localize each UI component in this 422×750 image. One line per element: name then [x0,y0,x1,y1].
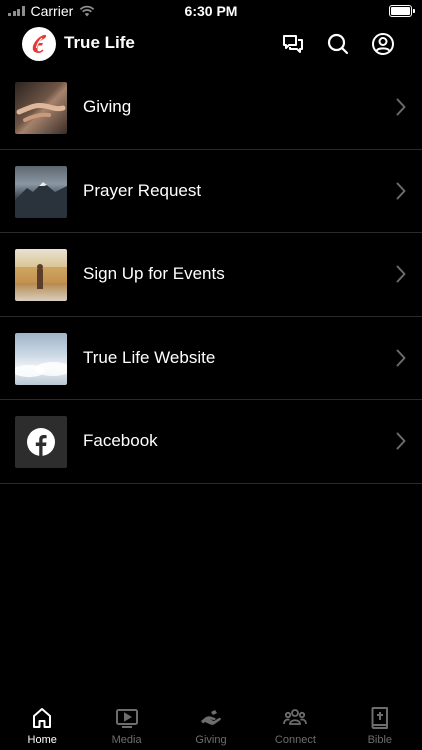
tab-connect[interactable]: Connect [253,700,337,750]
home-icon [33,708,52,728]
hands-image-icon [16,103,66,122]
app-header: True Life [0,24,422,64]
tab-media[interactable]: Media [84,700,168,750]
tab-label: Connect [274,734,316,746]
chevron-right-icon [396,98,406,116]
list-item-label: Prayer Request [83,180,202,200]
website-thumbnail [15,332,67,385]
tab-bar: Home Media Giving Connect Bible [0,700,422,750]
events-thumbnail [15,249,67,301]
tab-home[interactable]: Home [0,700,84,750]
status-time: 6:30 PM [184,3,238,19]
list-item-label: Facebook [83,431,158,450]
tab-label: Home [27,734,57,746]
list-item-facebook[interactable]: Facebook [0,400,422,484]
chevron-right-icon [396,265,406,283]
profile-button[interactable] [369,30,397,58]
chat-icon [283,35,303,53]
list-item-label: Sign Up for Events [83,264,225,283]
tab-bible[interactable]: Bible [338,700,422,750]
prayer-request-thumbnail [15,165,67,218]
giving-hand-icon [201,710,221,725]
play-icon [115,709,138,728]
list-item-sign-up-events[interactable]: Sign Up for Events [0,233,422,317]
status-bar: Carrier 6:30 PM [0,0,422,22]
list-item-label: Giving [83,97,132,116]
list-item-giving[interactable]: Giving [0,66,422,150]
people-icon [283,709,308,725]
true-life-logo-icon [32,34,47,53]
chevron-right-icon [396,349,406,366]
list-item-label: True Life Website [83,347,216,367]
battery-icon [389,5,415,17]
tab-label: Giving [195,734,227,746]
app-logo [22,27,56,61]
facebook-icon [27,428,55,456]
chevron-right-icon [396,182,406,199]
search-button[interactable] [324,30,352,58]
search-icon [327,33,349,55]
tab-giving[interactable]: Giving [169,700,253,750]
tab-label: Media [111,734,142,746]
account-icon [372,33,394,55]
list-item-website[interactable]: True Life Website [0,317,422,400]
clouds-image-icon [15,361,67,377]
bible-icon [371,707,388,729]
mountain-image-icon [15,181,67,218]
app-title: True Life [64,33,135,52]
street-image-icon [15,264,67,289]
list-item-prayer-request[interactable]: Prayer Request [0,150,422,233]
giving-thumbnail [15,82,67,134]
tab-label: Bible [367,734,393,746]
menu-list: Giving Prayer Request Sign Up for Events [0,66,422,484]
messages-button[interactable] [279,30,307,58]
facebook-thumbnail [15,416,67,468]
chevron-right-icon [396,432,406,450]
